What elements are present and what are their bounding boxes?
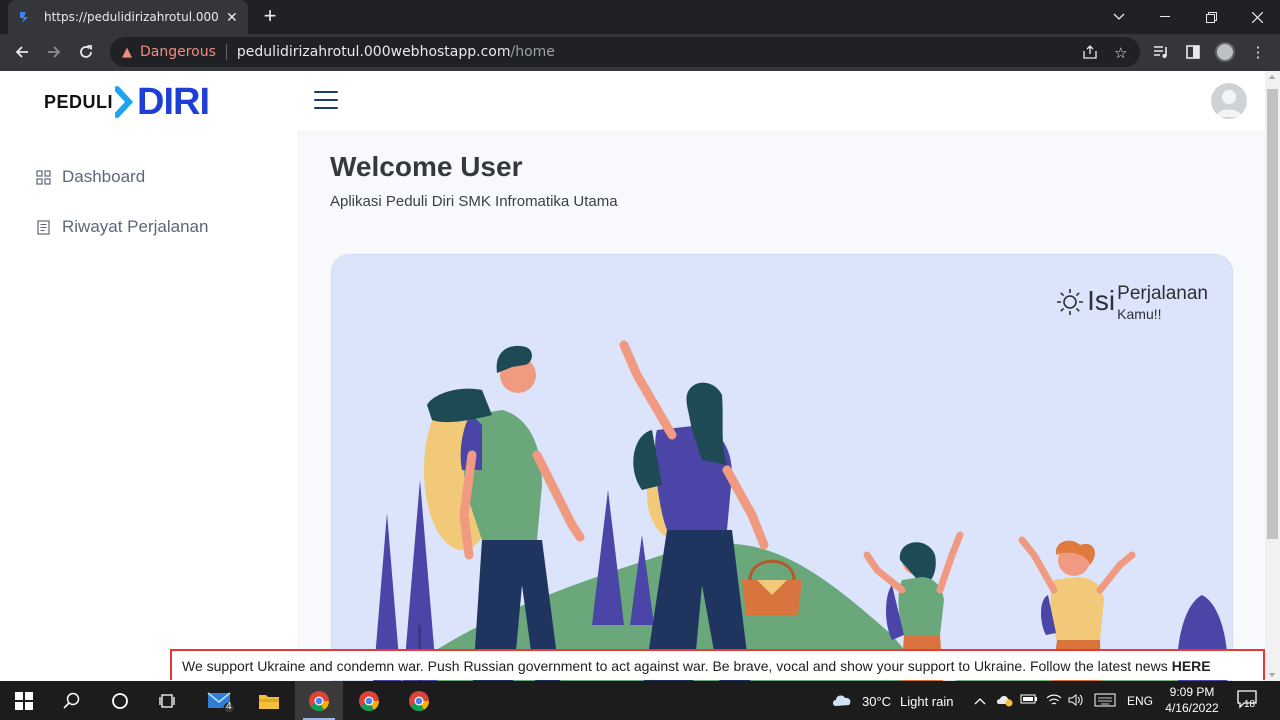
notification-count: 18 (1244, 699, 1256, 710)
banner-link[interactable]: HERE (1172, 658, 1211, 674)
onedrive-warning-icon[interactable] (996, 693, 1014, 710)
clock-time: 9:09 PM (1169, 685, 1215, 699)
hero-card: Isi Perjalanan Kamu!! (331, 254, 1233, 681)
grid-icon (36, 169, 51, 185)
security-status[interactable]: Dangerous (140, 44, 216, 60)
show-hidden-icons-icon[interactable] (974, 693, 986, 708)
browser-tab-bar: https://pedulidirizahrotul.000webhostapp… (0, 0, 1280, 34)
forward-arrow-icon[interactable] (42, 40, 66, 64)
site-header: PEDULI DIRI (0, 71, 1265, 131)
tab-close-icon[interactable]: ✕ (226, 9, 238, 26)
mail-badge: 4 (226, 701, 232, 712)
document-icon (37, 219, 50, 235)
browser-toolbar: ▲ Dangerous pedulidirizahrotul.000webhos… (0, 34, 1280, 71)
scroll-up-icon[interactable] (1269, 75, 1275, 79)
chrome-profile-icon (359, 690, 380, 711)
menu-toggle-icon[interactable] (314, 91, 338, 111)
page-subtitle: Aplikasi Peduli Diri SMK Infromatika Uta… (330, 193, 618, 210)
windows-logo-icon (15, 691, 33, 710)
page-title: Welcome User (330, 151, 523, 182)
system-clock[interactable]: 9:09 PM 4/16/2022 (1160, 684, 1224, 716)
web-page: PEDULI DIRI Dashboard Riwayat Perjalanan… (0, 71, 1265, 681)
cortana-circle-icon (112, 692, 128, 709)
reload-icon[interactable] (74, 40, 98, 64)
url-host: pedulidirizahrotul.000webhostapp.com (236, 44, 511, 60)
windows-taskbar: 4 30°C Light rain ENG 9:09 PM 4/16/2022 … (0, 681, 1280, 720)
notification-center-icon[interactable]: 18 (1236, 689, 1260, 713)
search-button[interactable] (48, 681, 96, 720)
url-path: /home (510, 44, 555, 60)
scroll-down-icon[interactable] (1269, 673, 1275, 677)
page-scrollbar[interactable] (1265, 71, 1280, 681)
minimize-button[interactable] (1142, 0, 1188, 34)
scroll-thumb[interactable] (1267, 89, 1278, 539)
wifi-icon[interactable] (1046, 693, 1062, 710)
more-menu-icon[interactable]: ⋮ (1248, 42, 1268, 62)
site-logo[interactable]: PEDULI DIRI (44, 80, 210, 123)
chrome-icon (309, 690, 330, 711)
sidebar-item-label: Dashboard (62, 167, 146, 186)
chrome-second-app-button[interactable] (395, 681, 443, 720)
folder-icon (259, 694, 279, 709)
bookmark-star-icon[interactable]: ☆ (1114, 44, 1127, 62)
restore-button[interactable] (1188, 0, 1234, 34)
user-avatar[interactable] (1211, 83, 1247, 119)
volume-icon[interactable] (1068, 693, 1084, 710)
weather-temperature[interactable]: 30°C (862, 694, 891, 709)
warning-triangle-icon: ▲ (122, 44, 132, 60)
new-tab-button[interactable]: + (258, 4, 282, 28)
chrome-profile-app-button[interactable] (345, 681, 393, 720)
sidebar-item-label: Riwayat Perjalanan (62, 217, 209, 236)
close-window-button[interactable] (1234, 0, 1280, 34)
sidebar-item-riwayat-perjalanan[interactable]: Riwayat Perjalanan (36, 217, 208, 237)
logo-text-diri: DIRI (137, 80, 210, 123)
profile-avatar-icon[interactable] (1215, 42, 1235, 62)
weather-description[interactable]: Light rain (900, 694, 953, 709)
sidebar-item-dashboard[interactable]: Dashboard (36, 167, 145, 187)
site-favicon-icon (20, 12, 28, 23)
chrome-icon (409, 690, 430, 711)
start-button[interactable] (0, 681, 48, 720)
task-view-icon (159, 693, 175, 708)
logo-text-peduli: PEDULI (44, 91, 114, 112)
mail-app-button[interactable]: 4 (196, 681, 244, 720)
sidebar: Dashboard Riwayat Perjalanan (0, 131, 299, 681)
logo-mark-icon (115, 86, 134, 118)
clock-date: 4/16/2022 (1165, 701, 1219, 715)
side-panel-icon[interactable] (1183, 42, 1203, 62)
file-explorer-button[interactable] (245, 681, 293, 720)
address-bar[interactable]: ▲ Dangerous pedulidirizahrotul.000webhos… (110, 37, 1140, 67)
cortana-button[interactable] (96, 681, 144, 720)
chrome-app-button[interactable] (295, 681, 343, 720)
travel-illustration (373, 340, 1228, 681)
browser-tab[interactable]: https://pedulidirizahrotul.000webhostapp… (8, 0, 248, 34)
tab-search-icon[interactable] (1096, 0, 1142, 34)
tab-title: https://pedulidirizahrotul.000webhostapp… (44, 10, 218, 24)
keyboard-icon[interactable] (1094, 693, 1116, 710)
ukraine-support-banner: We support Ukraine and condemn war. Push… (170, 649, 1265, 680)
weather-cloud-icon[interactable] (831, 692, 853, 708)
media-queue-icon[interactable] (1151, 42, 1171, 62)
language-indicator[interactable]: ENG (1127, 694, 1153, 708)
back-arrow-icon[interactable] (10, 40, 34, 64)
share-icon[interactable] (1082, 44, 1098, 64)
task-view-button[interactable] (144, 681, 192, 720)
battery-icon[interactable] (1020, 693, 1038, 708)
banner-text: We support Ukraine and condemn war. Push… (182, 657, 1168, 674)
search-icon (63, 692, 80, 709)
address-separator (225, 44, 227, 60)
